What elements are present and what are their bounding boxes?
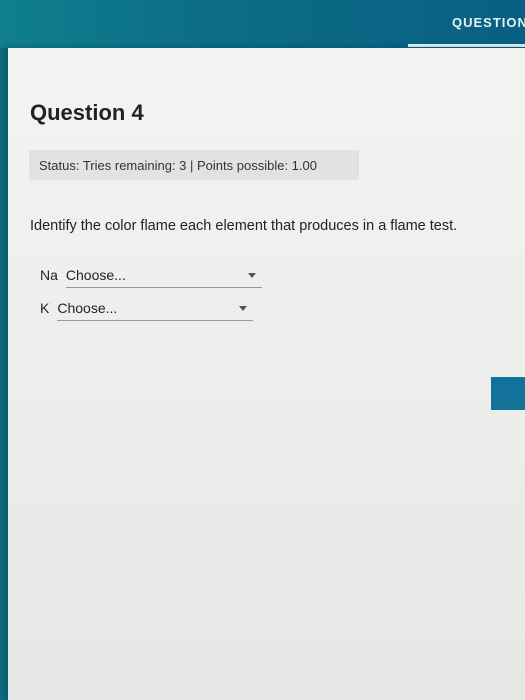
caret-down-icon	[239, 306, 248, 311]
tab-question[interactable]: QUESTION	[408, 0, 525, 44]
dropdown-value: Choose...	[57, 300, 118, 316]
answer-row-na: Na Choose...	[40, 266, 262, 288]
question-title: Question 4	[30, 100, 144, 125]
element-label-k: K	[40, 300, 50, 316]
element-label-na: Na	[40, 267, 58, 283]
active-tab-indicator	[408, 44, 525, 47]
question-prompt: Identify the color flame each element th…	[30, 218, 458, 234]
status-text: Status: Tries remaining: 3 | Points poss…	[39, 157, 317, 173]
dropdown-value: Choose...	[65, 267, 126, 283]
status-bar: Status: Tries remaining: 3 | Points poss…	[29, 150, 359, 180]
side-button[interactable]	[491, 377, 525, 410]
top-bar: QUESTION	[0, 0, 525, 48]
caret-down-icon	[247, 273, 256, 278]
question-panel: Question 4 Status: Tries remaining: 3 | …	[8, 48, 525, 700]
answer-row-k: K Choose...	[40, 299, 254, 321]
na-color-dropdown[interactable]: Choose...	[65, 266, 262, 288]
k-color-dropdown[interactable]: Choose...	[57, 299, 254, 321]
